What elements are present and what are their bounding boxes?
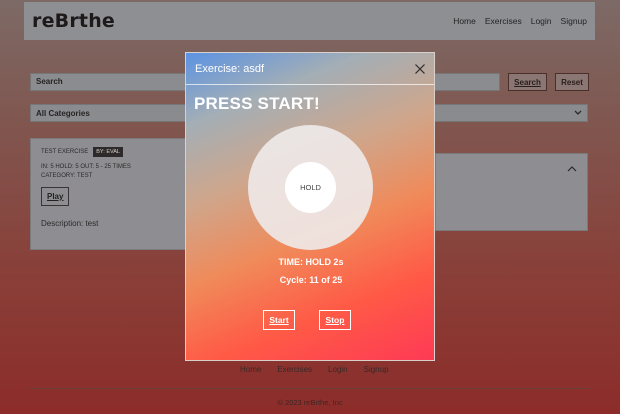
- exercise-description: Description: test: [41, 219, 99, 228]
- footer-login-link[interactable]: Login: [328, 365, 348, 374]
- category-select-value: All Categories: [36, 108, 90, 118]
- nav-home-link[interactable]: Home: [453, 16, 476, 26]
- footer-signup-link[interactable]: Signup: [364, 365, 389, 374]
- exercise-name: TEST EXERCISE: [41, 149, 89, 155]
- navbar: reBrthe Home Exercises Login Signup: [24, 2, 595, 40]
- exercise-pattern: IN: 5 HOLD: 5 OUT: 5 - 25 TIMES: [41, 164, 131, 170]
- reset-button[interactable]: Reset: [555, 73, 589, 91]
- play-button[interactable]: Play: [41, 187, 70, 206]
- nav-exercises-link[interactable]: Exercises: [485, 16, 522, 26]
- footer-links: Home Exercises Login Signup: [240, 365, 389, 374]
- exercise-detail-panel: [435, 153, 588, 231]
- breathing-circle: HOLD: [248, 125, 373, 250]
- exercise-category: CATEGORY: TEST: [41, 173, 93, 179]
- nav-login-link[interactable]: Login: [531, 16, 552, 26]
- author-badge: BY: EVAL: [93, 147, 123, 157]
- footer-divider: [30, 388, 590, 389]
- modal-header: Exercise: asdf: [186, 53, 434, 85]
- breathing-circle-inner: HOLD: [285, 162, 336, 213]
- close-icon[interactable]: [414, 63, 426, 75]
- exercise-modal: Exercise: asdf PRESS START! HOLD TIME: H…: [185, 52, 435, 361]
- footer-home-link[interactable]: Home: [240, 365, 261, 374]
- phase-heading: PRESS START!: [194, 94, 320, 113]
- footer-exercises-link[interactable]: Exercises: [277, 365, 312, 374]
- nav-signup-link[interactable]: Signup: [561, 16, 587, 26]
- chevron-up-icon[interactable]: [567, 164, 577, 174]
- breathing-phase-label: HOLD: [300, 183, 321, 192]
- cycle-counter: Cycle: 11 of 25: [279, 275, 343, 285]
- modal-title: Exercise: asdf: [195, 62, 265, 75]
- exercise-card-header: TEST EXERCISE BY: EVAL: [41, 147, 179, 157]
- start-button[interactable]: Start: [263, 310, 295, 330]
- nav-links: Home Exercises Login Signup: [453, 16, 587, 26]
- stop-button[interactable]: Stop: [319, 310, 351, 330]
- timer-text: TIME: HOLD 2s: [278, 257, 344, 267]
- copyright-text: © 2023 reBrthe, Inc: [277, 398, 343, 407]
- chevron-down-icon: [574, 110, 582, 115]
- search-button[interactable]: Search: [508, 73, 547, 91]
- logo[interactable]: reBrthe: [32, 10, 115, 32]
- exercise-card: TEST EXERCISE BY: EVAL IN: 5 HOLD: 5 OUT…: [30, 138, 190, 250]
